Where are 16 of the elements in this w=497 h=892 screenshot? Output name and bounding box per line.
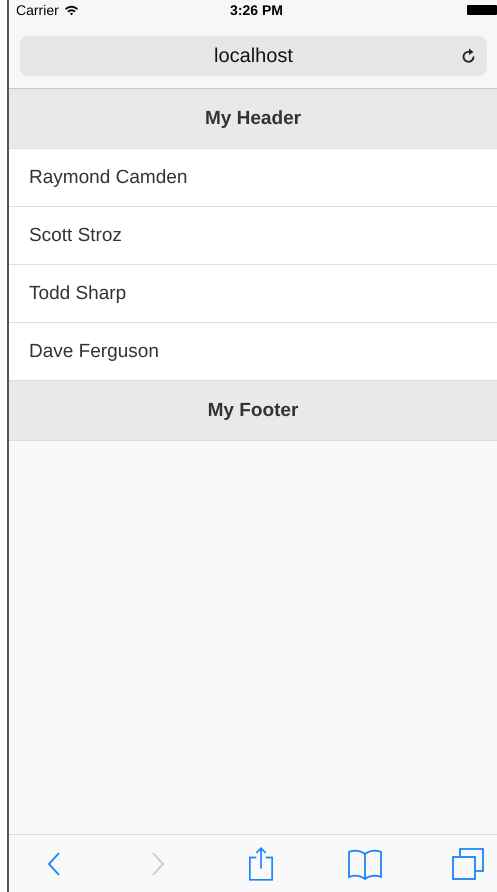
list-item[interactable]: Todd Sharp <box>9 265 497 323</box>
list-item[interactable]: Raymond Camden <box>9 149 497 207</box>
wifi-icon <box>64 4 79 16</box>
tabs-icon[interactable] <box>451 846 485 880</box>
clock-time: 3:26 PM <box>230 2 283 18</box>
footer-title: My Footer <box>208 400 298 422</box>
address-bar[interactable]: localhost <box>20 36 487 76</box>
header-title: My Header <box>204 108 302 130</box>
list-item[interactable]: Scott Stroz <box>9 207 497 265</box>
share-icon[interactable] <box>248 846 274 882</box>
book-icon[interactable] <box>346 848 382 880</box>
battery-icon <box>467 5 497 15</box>
reload-icon[interactable] <box>461 47 477 65</box>
url-text: localhost <box>214 44 293 68</box>
carrier-label: Carrier <box>16 2 59 18</box>
back-icon[interactable] <box>47 850 61 876</box>
